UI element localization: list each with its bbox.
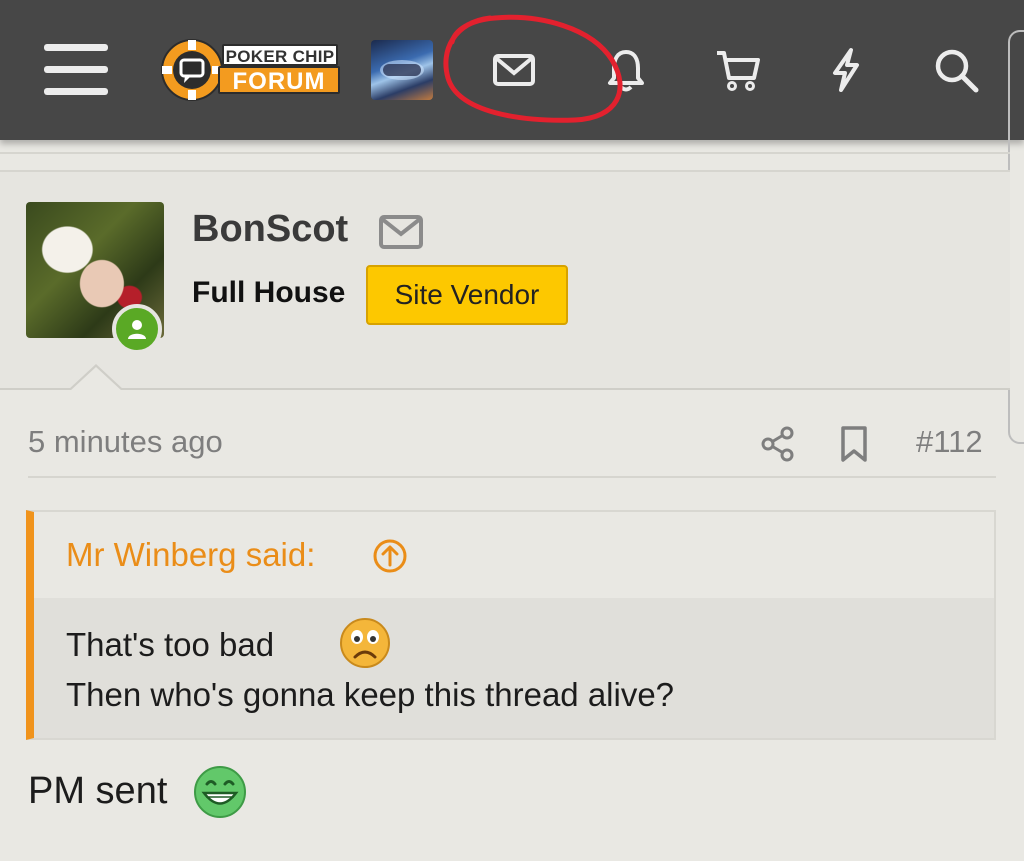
- bolt-icon[interactable]: [822, 46, 870, 94]
- online-status-icon: [112, 304, 162, 354]
- quote-author-link[interactable]: Mr Winberg said:: [66, 536, 315, 574]
- quote-text: That's too bad: [66, 626, 275, 663]
- search-icon[interactable]: [932, 46, 980, 94]
- avatar-goggles-icon: [380, 60, 424, 80]
- inbox-icon[interactable]: [490, 46, 538, 94]
- quote-block: Mr Winberg said: That's too bad Then who…: [26, 510, 996, 740]
- quote-header: Mr Winberg said:: [34, 512, 994, 598]
- bell-icon[interactable]: [602, 46, 650, 94]
- site-logo[interactable]: POKER CHIP FORUM: [160, 38, 342, 102]
- divider: [0, 388, 1010, 390]
- account-avatar[interactable]: [371, 40, 433, 100]
- post-number-link[interactable]: #112: [916, 424, 983, 460]
- share-icon[interactable]: [758, 424, 798, 464]
- poker-chip-icon: [161, 39, 223, 101]
- message-user-icon[interactable]: [378, 212, 424, 252]
- arrow-up-circle-icon[interactable]: [372, 538, 408, 574]
- divider: [0, 152, 1010, 154]
- site-vendor-badge: Site Vendor: [366, 265, 568, 325]
- user-title: Full House: [192, 276, 346, 309]
- divider: [28, 476, 996, 478]
- bookmark-icon[interactable]: [836, 424, 872, 464]
- quote-text: Then who's gonna keep this thread alive?: [66, 676, 675, 713]
- sad-face-emoji-icon: [338, 616, 392, 670]
- pointer-caret-fill: [70, 367, 122, 391]
- logo-text-top: POKER CHIP: [222, 44, 338, 66]
- menu-icon[interactable]: [44, 44, 108, 96]
- username-link[interactable]: BonScot: [192, 208, 348, 251]
- top-nav-bar: POKER CHIP FORUM: [0, 0, 1024, 140]
- post-message: PM sent: [28, 770, 168, 812]
- logo-text-bottom: FORUM: [218, 66, 340, 95]
- scrollbar[interactable]: [1008, 30, 1024, 444]
- cart-icon[interactable]: [714, 46, 762, 94]
- grinning-face-emoji-icon: [192, 764, 248, 820]
- quote-content: That's too bad Then who's gonna keep thi…: [34, 598, 994, 738]
- post-timestamp[interactable]: 5 minutes ago: [28, 424, 223, 460]
